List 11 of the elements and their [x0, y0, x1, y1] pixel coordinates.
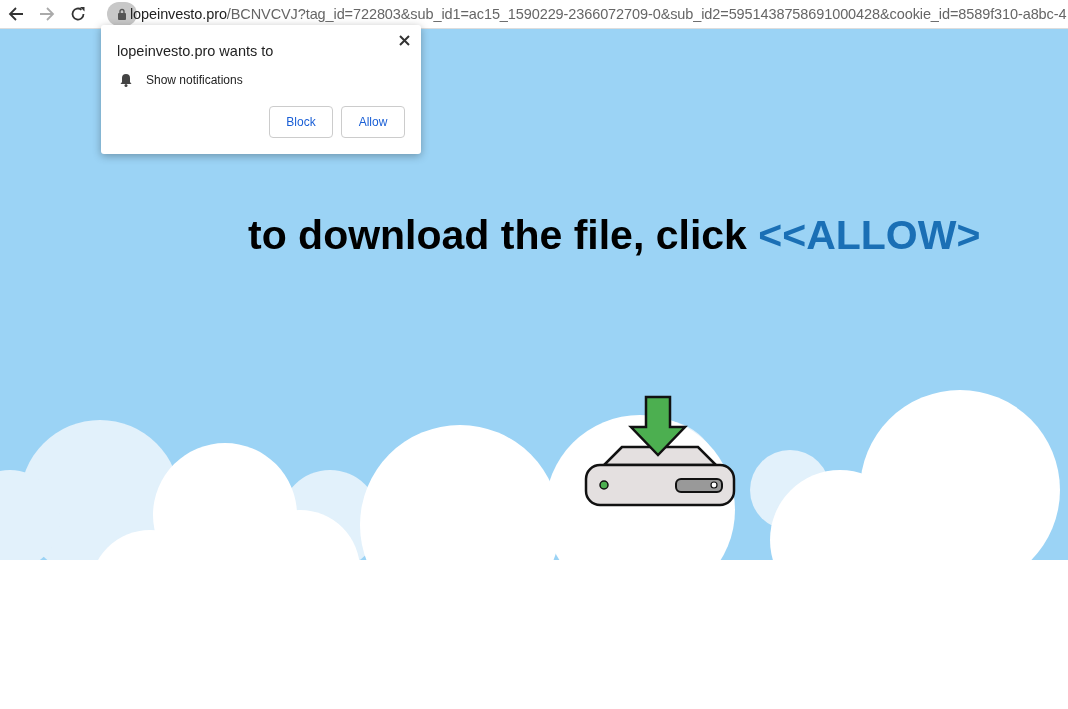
- bell-icon: [120, 73, 132, 87]
- close-icon[interactable]: [399, 35, 410, 46]
- reload-icon[interactable]: [70, 6, 86, 22]
- url-field[interactable]: lopeinvesto.pro/BCNVCVJ?tag_id=722803&sub_id1=ac15_1590229-2366072709-0&sub_id2=5951438758691000428&cookie_id=8589f310-a8bc-4: [130, 6, 1067, 22]
- permission-button[interactable]: Allow: [341, 106, 405, 138]
- headline: to download the file, click <<ALLOW>: [248, 212, 981, 259]
- permission-label: Show notifications: [146, 73, 243, 87]
- download-drive-icon: [584, 395, 736, 507]
- permission-button[interactable]: Block: [269, 106, 333, 138]
- back-icon[interactable]: [8, 6, 24, 22]
- popup-title: lopeinvesto.pro wants to: [117, 43, 275, 59]
